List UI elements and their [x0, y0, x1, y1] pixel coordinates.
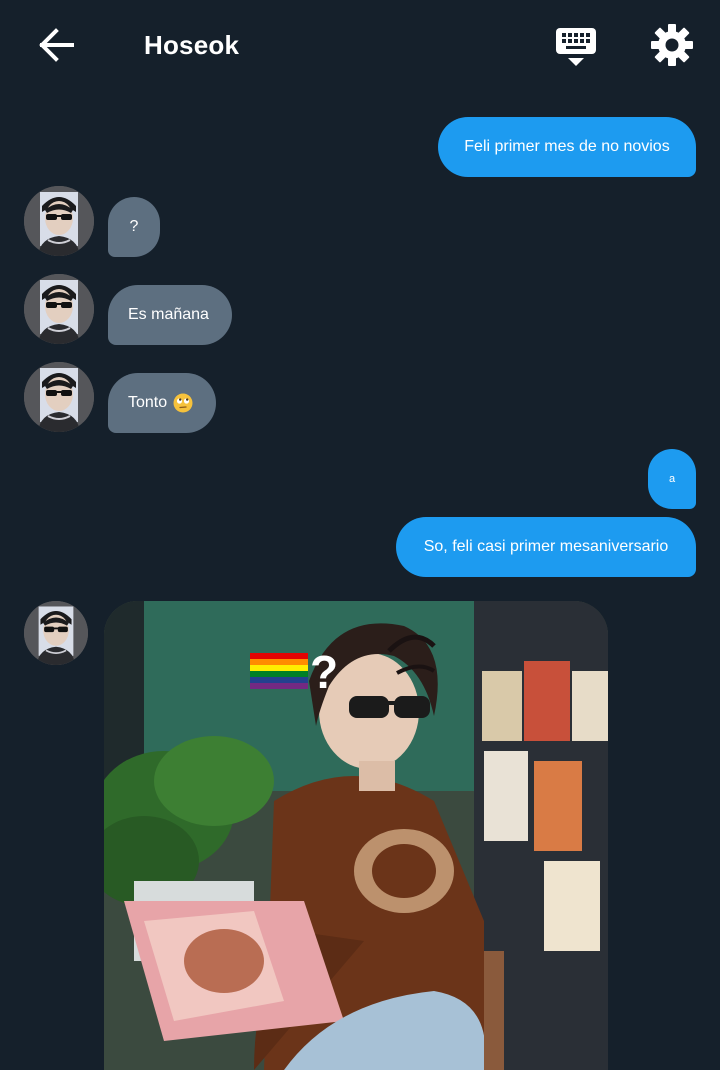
- rolling-eyes-emoji-icon: [173, 393, 193, 413]
- message-text: Feli primer mes de no novios: [464, 138, 670, 155]
- meme-photo-icon: [104, 601, 608, 1070]
- avatar[interactable]: [24, 601, 88, 665]
- keyboard-icon[interactable]: [554, 26, 598, 68]
- avatar[interactable]: [24, 274, 94, 344]
- message-bubble-outgoing[interactable]: Feli primer mes de no novios: [438, 117, 696, 177]
- chat-title: Hoseok: [144, 30, 240, 60]
- message-text: a: [668, 473, 676, 485]
- gear-icon[interactable]: [650, 23, 694, 67]
- arrow-left-icon[interactable]: [36, 27, 76, 63]
- message-bubble-incoming[interactable]: Tonto: [108, 373, 216, 433]
- message-text: ?: [129, 218, 139, 235]
- image-overlay-text: ?: [310, 646, 339, 698]
- message-image[interactable]: ?: [104, 601, 608, 1070]
- message-bubble-outgoing[interactable]: a: [648, 449, 696, 509]
- message-text: So, feli casi primer mesaniversario: [423, 538, 669, 555]
- message-bubble-incoming[interactable]: Es mañana: [108, 285, 232, 345]
- avatar[interactable]: [24, 186, 94, 256]
- message-text: Tonto: [128, 394, 168, 411]
- message-bubble-incoming[interactable]: ?: [108, 197, 160, 257]
- message-text: Es mañana: [128, 306, 209, 323]
- message-bubble-outgoing[interactable]: So, feli casi primer mesaniversario: [396, 517, 696, 577]
- chat-header: Hoseok: [0, 0, 720, 90]
- avatar[interactable]: [24, 362, 94, 432]
